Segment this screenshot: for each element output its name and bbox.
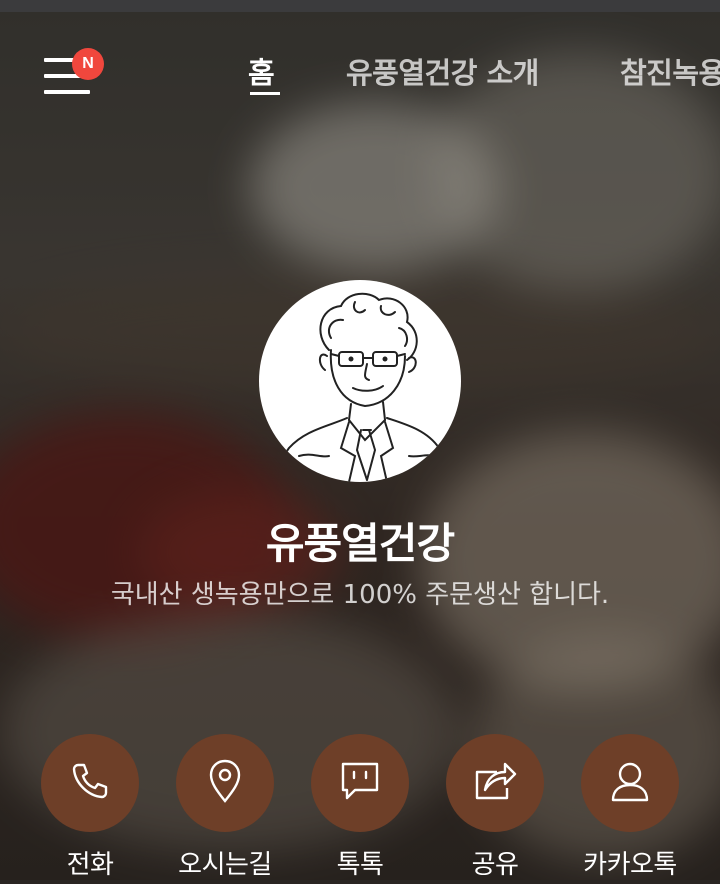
status-bar [0, 0, 720, 12]
tab-antler[interactable]: 참진녹용 [620, 50, 720, 92]
shop-name: 유풍열건강 [265, 519, 455, 568]
directions-label: 오시는길 [178, 850, 272, 880]
profile-avatar [259, 280, 461, 482]
tab-home[interactable]: 홈 [248, 50, 275, 92]
chat-bubble-icon [337, 758, 383, 808]
talktalk-label: 톡톡 [336, 850, 384, 880]
new-badge: N [72, 48, 104, 80]
call-button[interactable]: 전화 [35, 734, 145, 884]
person-icon [607, 758, 653, 808]
kakaotalk-label: 카카오톡 [583, 850, 677, 880]
share-icon [471, 758, 519, 808]
directions-button[interactable]: 오시는길 [170, 734, 280, 884]
kakaotalk-button[interactable]: 카카오톡 [575, 734, 685, 884]
shop-description: 국내산 생녹용만으로 100% 주문생산 합니다. [110, 580, 610, 610]
top-tab-bar: 홈 유풍열건강 소개 참진녹용 [240, 46, 720, 106]
active-tab-indicator [250, 92, 280, 95]
phone-icon [68, 759, 112, 807]
talktalk-button[interactable]: 톡톡 [305, 734, 415, 884]
tab-about[interactable]: 유풍열건강 소개 [346, 50, 539, 92]
share-button[interactable]: 공유 [440, 734, 550, 884]
call-label: 전화 [66, 850, 114, 880]
location-pin-icon [203, 757, 247, 809]
share-label: 공유 [471, 850, 519, 880]
